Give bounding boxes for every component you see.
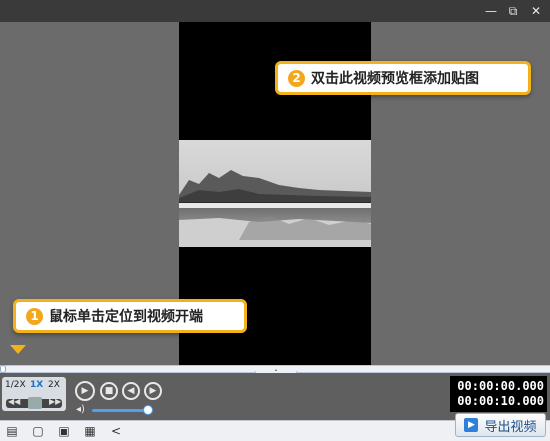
export-video-button[interactable]: ▶ 导出视频 [455,413,546,437]
timeline-tip-text: 鼠标单击定位到视频开端 [49,309,203,325]
volume-slider[interactable] [92,409,148,412]
export-video-label: 导出视频 [484,419,537,435]
timeline-tip-callout: 1 鼠标单击定位到视频开端 [13,299,247,333]
save-icon[interactable]: ▣ [57,424,71,438]
stop-icon: ■ [104,386,114,396]
preview-tip-text: 双击此视频预览框添加贴图 [311,71,479,87]
speed-option-2x[interactable]: 2X [48,380,60,390]
faster-icon: ▶▶ [49,397,62,406]
time-display: 00:00:00.000 00:00:10.000 [450,376,547,412]
timeline-start-handle[interactable] [0,365,6,373]
playhead-marker-icon[interactable] [10,345,26,354]
volume-slider-knob[interactable] [143,405,153,415]
previous-frame-icon: ◀ [127,386,135,396]
new-project-icon[interactable]: ▤ [5,424,19,438]
total-time: 00:00:10.000 [457,394,544,408]
previous-frame-button[interactable]: ◀ [122,382,140,400]
save-as-icon[interactable]: ▦ [83,424,97,438]
next-frame-button[interactable]: ▶ [144,382,162,400]
video-thumbnail-image [179,140,371,247]
stop-button[interactable]: ■ [100,382,118,400]
volume-icon[interactable]: ◂) [76,404,85,415]
play-icon: ▶ [81,386,89,396]
preview-tip-callout: 2 双击此视频预览框添加贴图 [275,61,531,95]
current-time: 00:00:00.000 [457,379,544,393]
step-number-badge: 1 [26,307,43,325]
slower-icon: ◀◀ [8,397,21,406]
speed-option-1x[interactable]: 1X [30,380,43,390]
speed-slider[interactable]: ◀◀ ▶▶ [6,397,62,409]
play-button[interactable]: ▶ [75,381,95,401]
open-folder-icon[interactable]: ▢ [31,424,45,438]
minimize-button[interactable]: — [482,3,500,19]
next-frame-icon: ▶ [149,386,157,396]
close-button[interactable]: ✕ [527,3,545,19]
speed-option-half[interactable]: 1/2X [5,380,26,390]
restore-button[interactable]: ⧉ [504,3,522,19]
share-icon[interactable]: < [109,424,123,438]
title-bar: — ⧉ ✕ [0,0,550,22]
export-icon: ▶ [464,418,479,432]
speed-selector[interactable]: 1/2X 1X 2X ◀◀ ▶▶ [2,377,66,411]
step-number-badge: 2 [288,69,305,87]
speed-slider-knob[interactable] [28,397,42,409]
